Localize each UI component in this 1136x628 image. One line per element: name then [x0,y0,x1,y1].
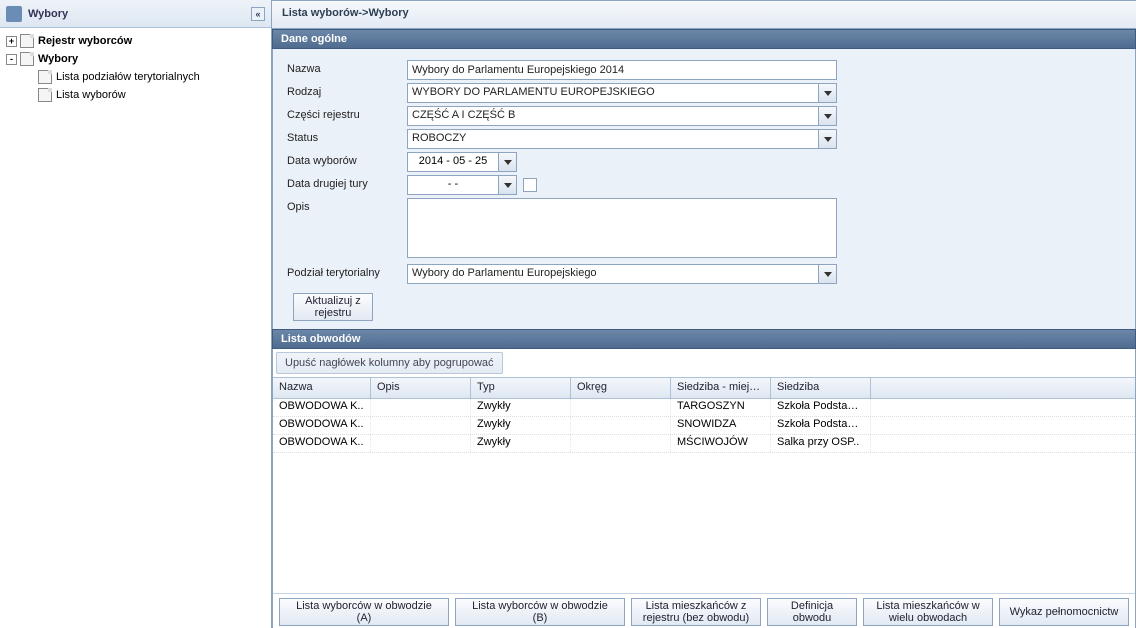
dropdown-icon[interactable] [819,83,837,103]
btn-pelnomocnictwa[interactable]: Wykaz pełnomocnictw [999,598,1129,626]
doc-icon [38,88,52,102]
expand-icon[interactable]: + [6,36,17,47]
label-nazwa: Nazwa [287,60,407,75]
col-okreg[interactable]: Okręg [571,378,671,398]
form-general: Nazwa Rodzaj WYBORY DO PARLAMENTU EUROPE… [272,49,1136,329]
label-status: Status [287,129,407,144]
group-by-hint[interactable]: Upuść nagłówek kolumny aby pogrupować [276,352,503,374]
main-panel: Lista wyborów->Wybory Dane ogólne Nazwa … [272,0,1136,628]
cell-siedzibam: SNOWIDZA [671,417,771,434]
grid-header: Nazwa Opis Typ Okręg Siedziba - miejsc..… [273,377,1135,399]
textarea-opis[interactable] [407,198,837,258]
btn-mieszkancy-wielu[interactable]: Lista mieszkańców w wielu obwodach [863,598,993,626]
btn-definicja[interactable]: Definicja obwodu [767,598,857,626]
select-status[interactable]: ROBOCZY [407,129,819,149]
grid-body: OBWODOWA K.. Zwykły TARGOSZYN Szkoła Pod… [273,399,1135,453]
col-opis[interactable]: Opis [371,378,471,398]
cell-opis [371,399,471,416]
tree-item-rejestr[interactable]: + Rejestr wyborców [2,32,269,50]
section-general-header: Dane ogólne [272,29,1136,49]
tree-label: Rejestr wyborców [38,35,132,47]
btn-lista-b[interactable]: Lista wyborców w obwodzie (B) [455,598,625,626]
app-icon [6,6,22,22]
cell-siedzibam: MŚCIWOJÓW [671,435,771,452]
btn-mieszkancy-rejestr[interactable]: Lista mieszkańców z rejestru (bez obwodu… [631,598,761,626]
label-opis: Opis [287,198,407,213]
obwody-grid: Nazwa Opis Typ Okręg Siedziba - miejsc..… [273,377,1135,593]
doc-icon [20,52,34,66]
date-tura2[interactable]: - - [407,175,499,195]
cell-nazwa: OBWODOWA K.. [273,417,371,434]
tree-label: Lista wyborów [56,89,126,101]
select-czesci[interactable]: CZĘŚĆ A I CZĘŚĆ B [407,106,819,126]
cell-opis [371,435,471,452]
date-picker-icon[interactable] [499,152,517,172]
footer-buttons: Lista wyborców w obwodzie (A) Lista wybo… [273,593,1135,628]
cell-okreg [571,399,671,416]
table-row[interactable]: OBWODOWA K.. Zwykły SNOWIDZA Szkoła Pods… [273,417,1135,435]
cell-typ: Zwykły [471,435,571,452]
cell-siedzibam: TARGOSZYN [671,399,771,416]
sidebar-title: Wybory [28,8,68,20]
label-data-tura2: Data drugiej tury [287,175,407,190]
update-from-registry-button[interactable]: Aktualizuj z rejestru [293,293,373,321]
doc-icon [38,70,52,84]
table-row[interactable]: OBWODOWA K.. Zwykły MŚCIWOJÓW Salka przy… [273,435,1135,453]
tree-label: Lista podziałów terytorialnych [56,71,200,83]
cell-nazwa: OBWODOWA K.. [273,435,371,452]
checkbox-tura2[interactable] [523,178,537,192]
breadcrumb: Lista wyborów->Wybory [272,1,1136,29]
cell-typ: Zwykły [471,399,571,416]
cell-okreg [571,435,671,452]
section-obwody-header: Lista obwodów [272,329,1136,349]
col-nazwa[interactable]: Nazwa [273,378,371,398]
col-siedziba-miejsc[interactable]: Siedziba - miejsc.. [671,378,771,398]
date-wyborow[interactable]: 2014 - 05 - 25 [407,152,499,172]
table-row[interactable]: OBWODOWA K.. Zwykły TARGOSZYN Szkoła Pod… [273,399,1135,417]
select-podzial[interactable]: Wybory do Parlamentu Europejskiego [407,264,819,284]
dropdown-icon[interactable] [819,106,837,126]
select-rodzaj[interactable]: WYBORY DO PARLAMENTU EUROPEJSKIEGO [407,83,819,103]
date-picker-icon[interactable] [499,175,517,195]
nav-tree: + Rejestr wyborców - Wybory Lista podzia… [0,28,271,628]
btn-lista-a[interactable]: Lista wyborców w obwodzie (A) [279,598,449,626]
input-nazwa[interactable] [407,60,837,80]
tree-item-podzialy[interactable]: Lista podziałów terytorialnych [2,68,269,86]
label-czesci: Części rejestru [287,106,407,121]
col-typ[interactable]: Typ [471,378,571,398]
cell-opis [371,417,471,434]
label-podzial: Podział terytorialny [287,264,407,279]
collapse-icon[interactable]: - [6,54,17,65]
tree-item-lista-wyborow[interactable]: Lista wyborów [2,86,269,104]
collapse-sidebar-button[interactable]: « [251,7,265,21]
cell-okreg [571,417,671,434]
tree-item-wybory[interactable]: - Wybory [2,50,269,68]
col-siedziba[interactable]: Siedziba [771,378,871,398]
tree-label: Wybory [38,53,78,65]
label-data-wyborow: Data wyborów [287,152,407,167]
cell-siedziba: Szkoła Podstawo.. [771,417,871,434]
sidebar: Wybory « + Rejestr wyborców - Wybory Lis… [0,0,272,628]
doc-icon [20,34,34,48]
dropdown-icon[interactable] [819,129,837,149]
cell-typ: Zwykły [471,417,571,434]
cell-siedziba: Szkoła Podstawo.. [771,399,871,416]
dropdown-icon[interactable] [819,264,837,284]
sidebar-header: Wybory « [0,0,271,28]
label-rodzaj: Rodzaj [287,83,407,98]
cell-nazwa: OBWODOWA K.. [273,399,371,416]
cell-siedziba: Salka przy OSP.. [771,435,871,452]
